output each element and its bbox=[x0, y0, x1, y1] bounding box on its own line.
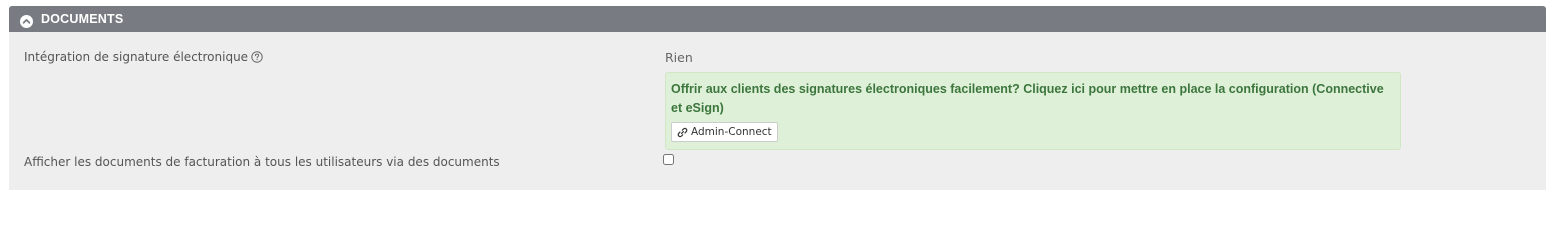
panel-header[interactable]: DOCUMENTS bbox=[9, 6, 1546, 32]
billing-documents-label-text: Afficher les documents de facturation à … bbox=[24, 155, 500, 169]
signature-promo-box: Offrir aux clients des signatures électr… bbox=[665, 72, 1401, 150]
signature-integration-label: Intégration de signature électronique bbox=[24, 50, 263, 64]
admin-connect-button[interactable]: Admin-Connect bbox=[671, 122, 778, 142]
signature-integration-label-text: Intégration de signature électronique bbox=[24, 50, 249, 64]
panel-title: DOCUMENTS bbox=[41, 12, 124, 26]
signature-promo-text[interactable]: Offrir aux clients des signatures électr… bbox=[671, 80, 1394, 118]
chevron-up-circle-icon[interactable] bbox=[20, 13, 33, 28]
question-circle-icon[interactable] bbox=[251, 51, 263, 63]
signature-integration-value: Rien bbox=[665, 50, 693, 65]
documents-panel: DOCUMENTS Intégration de signature élect… bbox=[9, 6, 1546, 190]
admin-connect-button-label: Admin-Connect bbox=[691, 126, 772, 138]
billing-documents-label: Afficher les documents de facturation à … bbox=[24, 155, 500, 169]
billing-documents-checkbox[interactable] bbox=[663, 154, 674, 165]
link-icon bbox=[677, 127, 688, 138]
